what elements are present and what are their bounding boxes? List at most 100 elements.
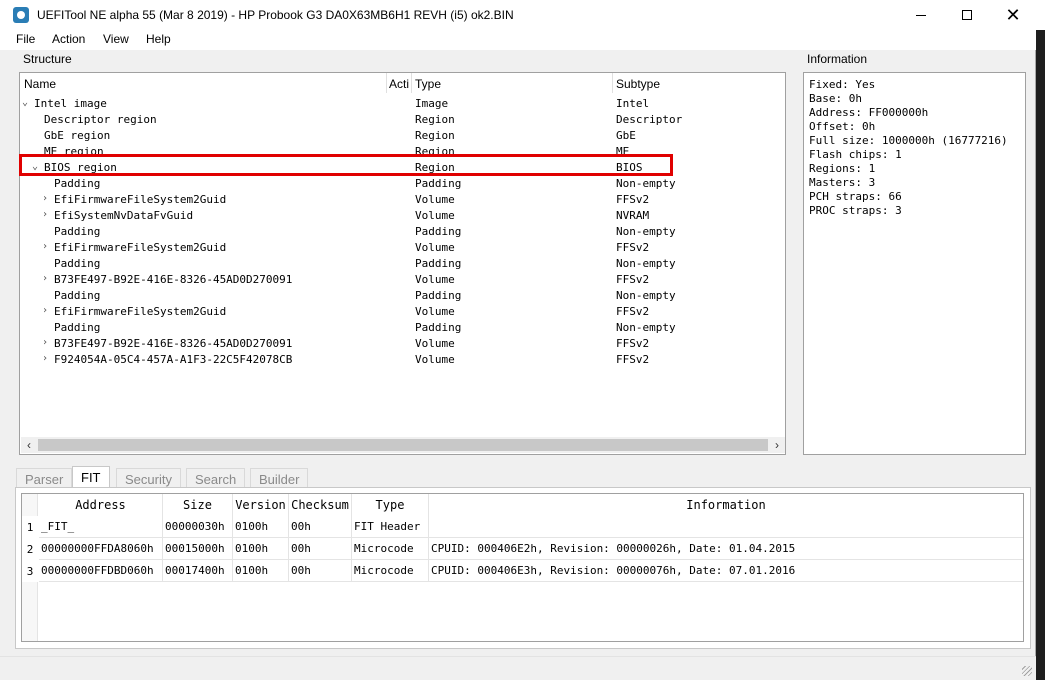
tab-parser[interactable]: Parser xyxy=(16,468,73,488)
tree-row-type: Padding xyxy=(415,289,462,302)
tree-row[interactable]: Padding Padding Non-empty xyxy=(20,320,785,336)
menu-view[interactable]: View xyxy=(103,32,129,46)
close-button[interactable]: ✕ xyxy=(990,0,1036,30)
tab-security[interactable]: Security xyxy=(116,468,181,488)
fit-col-information[interactable]: Information xyxy=(429,494,1023,516)
fit-cell-checksum[interactable]: 00h xyxy=(289,538,352,560)
column-divider[interactable] xyxy=(386,73,387,93)
scrollbar-thumb[interactable] xyxy=(38,439,768,451)
tree-row-type: Padding xyxy=(415,177,462,190)
tree-row[interactable]: Padding Padding Non-empty xyxy=(20,224,785,240)
fit-cell-address[interactable]: 00000000FFDBD060h xyxy=(39,560,163,582)
tree-row-name: Padding xyxy=(54,289,101,302)
tab-fit[interactable]: FIT xyxy=(72,466,110,489)
tree-row[interactable]: › B73FE497-B92E-416E-8326-45AD0D270091 Vol… xyxy=(20,336,785,352)
chevron-right-icon[interactable]: › xyxy=(42,337,48,348)
close-icon: ✕ xyxy=(1005,5,1021,25)
fit-col-version[interactable]: Version xyxy=(233,494,289,516)
chevron-down-icon[interactable]: ⌄ xyxy=(22,97,28,108)
fit-col-address[interactable]: Address xyxy=(39,494,163,516)
fit-cell-information[interactable]: CPUID: 000406E3h, Revision: 00000076h, D… xyxy=(429,560,1023,582)
chevron-right-icon[interactable]: › xyxy=(42,193,48,204)
info-line: Fixed: Yes xyxy=(809,78,876,91)
fit-col-type[interactable]: Type xyxy=(352,494,429,516)
tree-row[interactable]: › F924054A-05C4-457A-A1F3-22C5F42078CB Vol… xyxy=(20,352,785,368)
tree-row-name: Padding xyxy=(54,225,101,238)
fit-table[interactable]: Address Size Version Checksum Type Infor… xyxy=(21,493,1024,642)
info-line: Base: 0h xyxy=(809,92,862,105)
column-divider[interactable] xyxy=(411,73,412,93)
tree-row-subtype: FFSv2 xyxy=(616,273,650,286)
fit-row-number[interactable]: 1 xyxy=(22,516,38,538)
tree-row[interactable]: Padding Padding Non-empty xyxy=(20,288,785,304)
tab-search[interactable]: Search xyxy=(186,468,246,488)
menu-action[interactable]: Action xyxy=(52,32,85,46)
maximize-button[interactable] xyxy=(944,0,990,30)
info-line: PROC straps: 3 xyxy=(809,204,902,217)
fit-cell-size[interactable]: 00000030h xyxy=(163,516,233,538)
fit-cell-version[interactable]: 0100h xyxy=(233,538,289,560)
fit-col-size[interactable]: Size xyxy=(163,494,233,516)
info-line: PCH straps: 66 xyxy=(809,190,902,203)
tree-row[interactable]: Padding Padding Non-empty xyxy=(20,256,785,272)
fit-cell-type[interactable]: FIT Header xyxy=(352,516,429,538)
tree-row[interactable]: Descriptor region Region Descriptor xyxy=(20,112,785,128)
fit-row-number[interactable]: 3 xyxy=(22,560,38,582)
tree-row-subtype: Intel xyxy=(616,97,650,110)
fit-cell-size[interactable]: 00017400h xyxy=(163,560,233,582)
chevron-right-icon[interactable]: › xyxy=(42,241,48,252)
chevron-right-icon[interactable]: › xyxy=(42,305,48,316)
scroll-right-icon[interactable]: › xyxy=(769,437,785,453)
fit-cell-address[interactable]: 00000000FFDA8060h xyxy=(39,538,163,560)
chevron-right-icon[interactable]: › xyxy=(42,273,48,284)
tree-row[interactable]: › EfiSystemNvDataFvGuid Volume NVRAM xyxy=(20,208,785,224)
tree-row[interactable]: Padding Padding Non-empty xyxy=(20,176,785,192)
tree-row[interactable]: › EfiFirmwareFileSystem2Guid Volume FFSv2 xyxy=(20,304,785,320)
scroll-left-icon[interactable]: ‹ xyxy=(21,437,37,453)
structure-tree[interactable]: Name Action Type Subtype ⌄ Intel image Ima… xyxy=(19,72,786,455)
horizontal-scrollbar[interactable]: ‹ › xyxy=(21,437,785,453)
chevron-right-icon[interactable]: › xyxy=(42,209,48,220)
tree-row-type: Padding xyxy=(415,257,462,270)
menu-help[interactable]: Help xyxy=(146,32,171,46)
tree-row[interactable]: › B73FE497-B92E-416E-8326-45AD0D270091 Vol… xyxy=(20,272,785,288)
tree-row[interactable]: › EfiFirmwareFileSystem2Guid Volume FFSv2 xyxy=(20,192,785,208)
title-bar[interactable]: UEFITool NE alpha 55 (Mar 8 2019) - HP P… xyxy=(0,0,1036,30)
col-subtype[interactable]: Subtype xyxy=(616,77,776,91)
chevron-right-icon[interactable]: › xyxy=(42,353,48,364)
fit-cell-type[interactable]: Microcode xyxy=(352,538,429,560)
fit-cell-version[interactable]: 0100h xyxy=(233,560,289,582)
structure-header: Name Action Type Subtype xyxy=(20,73,785,93)
desktop-background xyxy=(1036,0,1045,680)
fit-cell-information[interactable]: CPUID: 000406E2h, Revision: 00000026h, D… xyxy=(429,538,1023,560)
tree-row-type: Volume xyxy=(415,273,455,286)
tree-row[interactable]: GbE region Region GbE xyxy=(20,128,785,144)
structure-label: Structure xyxy=(23,52,72,66)
col-type[interactable]: Type xyxy=(415,77,605,91)
tree-row[interactable]: ⌄ Intel image Image Intel xyxy=(20,96,785,112)
column-divider[interactable] xyxy=(612,73,613,93)
fit-cell-information[interactable] xyxy=(429,516,1023,538)
info-line: Address: FF000000h xyxy=(809,106,929,119)
fit-cell-size[interactable]: 00015000h xyxy=(163,538,233,560)
col-action[interactable]: Action xyxy=(389,77,409,91)
fit-row-number[interactable]: 2 xyxy=(22,538,38,560)
fit-cell-version[interactable]: 0100h xyxy=(233,516,289,538)
menu-file[interactable]: File xyxy=(16,32,35,46)
maximize-icon xyxy=(962,10,972,20)
tree-row-name: EfiFirmwareFileSystem2Guid xyxy=(54,241,227,254)
fit-cell-checksum[interactable]: 00h xyxy=(289,516,352,538)
fit-col-checksum[interactable]: Checksum xyxy=(289,494,352,516)
fit-cell-address[interactable]: _FIT_ xyxy=(39,516,163,538)
tab-builder[interactable]: Builder xyxy=(250,468,309,488)
tree-row-subtype: Non-empty xyxy=(616,177,676,190)
minimize-button[interactable] xyxy=(898,0,944,30)
tree-row-subtype: FFSv2 xyxy=(616,305,650,318)
resize-grip-icon[interactable] xyxy=(1022,666,1032,676)
col-name[interactable]: Name xyxy=(24,77,384,91)
fit-cell-type[interactable]: Microcode xyxy=(352,560,429,582)
tree-row-name: GbE region xyxy=(44,129,111,142)
tree-row[interactable]: › EfiFirmwareFileSystem2Guid Volume FFSv2 xyxy=(20,240,785,256)
information-panel[interactable]: Fixed: Yes Base: 0h Address: FF000000h Offs… xyxy=(803,72,1026,455)
fit-cell-checksum[interactable]: 00h xyxy=(289,560,352,582)
